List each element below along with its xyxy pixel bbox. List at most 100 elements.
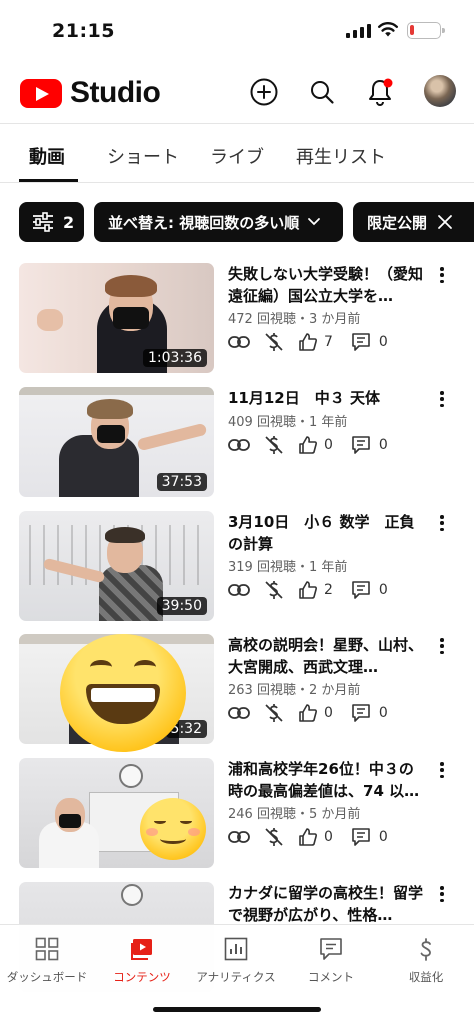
more-options-icon[interactable] (436, 760, 448, 780)
notifications-button[interactable] (364, 76, 396, 108)
add-icon (250, 78, 278, 106)
content-icon (131, 939, 152, 960)
comment-count: 0 (378, 705, 388, 721)
like-icon (299, 828, 317, 846)
sort-label: 並べ替え: 視聴回数の多い順 (108, 213, 300, 232)
video-stats: 0 0 (228, 702, 388, 724)
wifi-icon (378, 22, 398, 37)
more-options-icon[interactable] (436, 513, 448, 533)
filter-bar: 2 並べ替え: 視聴回数の多い順 限定公開 (0, 202, 474, 242)
comment-icon (352, 333, 370, 351)
video-thumbnail[interactable]: 39:50 (19, 511, 214, 621)
video-meta: 409 回視聴・1 年前 (228, 415, 348, 430)
nav-monetization[interactable]: 収益化 (376, 931, 474, 991)
video-duration: 39:50 (156, 597, 207, 615)
comment-icon (352, 704, 370, 722)
link-icon (228, 336, 250, 348)
video-thumbnail[interactable]: 37:53 (19, 387, 214, 497)
nav-label: アナリティクス (196, 970, 276, 984)
video-item[interactable]: 5:32 高校の説明会！星野、山村、大宮開成、西武文理… 263 回視聴・2 か… (0, 634, 474, 752)
cellular-signal-icon (346, 24, 371, 38)
more-options-icon[interactable] (436, 884, 448, 904)
video-duration: 1:03:36 (143, 349, 207, 367)
nav-content[interactable]: コンテンツ (92, 931, 192, 991)
video-title: 失敗しない大学受験！（愛知遠征編）国公立大学を… (228, 265, 424, 305)
filter-button[interactable]: 2 (19, 202, 84, 242)
sort-dropdown[interactable]: 並べ替え: 視聴回数の多い順 (94, 202, 343, 242)
video-meta: 319 回視聴・1 年前 (228, 560, 348, 575)
close-icon[interactable] (437, 214, 453, 230)
comment-count: 0 (378, 437, 388, 453)
video-title: 11月12日 中３ 天体 (228, 389, 380, 407)
content-tabs: 動画 ショート ライブ 再生リスト (0, 125, 474, 183)
more-options-icon[interactable] (436, 636, 448, 656)
like-count: 7 (324, 334, 333, 350)
monetization-off-icon (265, 333, 283, 351)
video-item[interactable]: 浦和高校学年26位！中３の時の最高偏差値は、74 以… 246 回視聴・5 か月… (0, 758, 474, 868)
video-stats: 0 0 (228, 434, 388, 456)
video-meta: 472 回視聴・3 か月前 (228, 312, 361, 327)
monetization-off-icon (265, 704, 283, 722)
create-button[interactable] (248, 76, 280, 108)
monetization-off-icon (265, 436, 283, 454)
status-time: 21:15 (52, 20, 115, 42)
video-duration: 37:53 (156, 473, 207, 491)
youtube-logo-icon (20, 78, 62, 108)
video-thumbnail[interactable]: 1:03:36 (19, 263, 214, 373)
like-icon (299, 581, 317, 599)
status-bar: 21:15 (0, 0, 474, 62)
filter-count: 2 (63, 212, 75, 232)
like-icon (299, 436, 317, 454)
home-indicator (153, 1007, 321, 1012)
visibility-filter-chip[interactable]: 限定公開 (353, 202, 474, 242)
analytics-icon (224, 937, 248, 961)
nav-dashboard[interactable]: ダッシュボード (0, 931, 97, 991)
comment-icon (352, 828, 370, 846)
video-title: 高校の説明会！星野、山村、大宮開成、西武文理… (228, 636, 424, 676)
video-item[interactable]: 37:53 11月12日 中３ 天体 409 回視聴・1 年前 0 0 (0, 387, 474, 497)
video-title: 3月10日 小６ 数学 正負の計算 (228, 513, 415, 553)
app-header: Studio (0, 62, 474, 124)
studio-logo[interactable]: Studio (20, 76, 161, 110)
nav-label: コンテンツ (113, 970, 171, 984)
tab-videos[interactable]: 動画 (29, 143, 65, 169)
search-button[interactable] (306, 76, 338, 108)
video-stats: 2 0 (228, 579, 388, 601)
video-item[interactable]: 1:03:36 失敗しない大学受験！（愛知遠征編）国公立大学を… 472 回視聴… (0, 263, 474, 373)
search-icon (311, 81, 334, 104)
comment-icon (352, 581, 370, 599)
nav-comments[interactable]: コメント (281, 931, 381, 991)
dashboard-icon (35, 937, 59, 961)
visibility-label: 限定公開 (367, 213, 428, 232)
account-avatar[interactable] (424, 75, 456, 107)
more-options-icon[interactable] (436, 389, 448, 409)
nav-label: ダッシュボード (6, 970, 88, 984)
tab-shorts[interactable]: ショート (107, 143, 179, 169)
monetization-off-icon (265, 828, 283, 846)
like-count: 0 (324, 437, 333, 453)
video-title: カナダに留学の高校生！留学で視野が広がり、性格… (228, 884, 424, 924)
comment-count: 0 (378, 582, 388, 598)
chevron-down-icon (308, 218, 321, 226)
more-options-icon[interactable] (436, 265, 448, 285)
like-count: 0 (324, 705, 333, 721)
video-stats: 7 0 (228, 331, 388, 353)
comments-icon (320, 938, 342, 960)
tab-playlists[interactable]: 再生リスト (296, 143, 386, 169)
like-count: 0 (324, 829, 333, 845)
video-title: 浦和高校学年26位！中３の時の最高偏差値は、74 以… (228, 760, 420, 800)
grinning-emoji-sticker (60, 634, 186, 752)
smiling-emoji-sticker (140, 798, 206, 860)
link-icon (228, 439, 250, 451)
video-meta: 263 回視聴・2 か月前 (228, 683, 361, 698)
monetization-icon (420, 938, 431, 961)
comment-count: 0 (378, 829, 388, 845)
nav-analytics[interactable]: アナリティクス (186, 931, 286, 991)
tab-live[interactable]: ライブ (210, 143, 264, 169)
video-item[interactable]: 39:50 3月10日 小６ 数学 正負の計算 319 回視聴・1 年前 2 0 (0, 511, 474, 621)
comment-count: 0 (378, 334, 388, 350)
nav-label: コメント (308, 970, 354, 984)
comment-icon (352, 436, 370, 454)
like-icon (299, 333, 317, 351)
notifications-icon (369, 78, 393, 106)
